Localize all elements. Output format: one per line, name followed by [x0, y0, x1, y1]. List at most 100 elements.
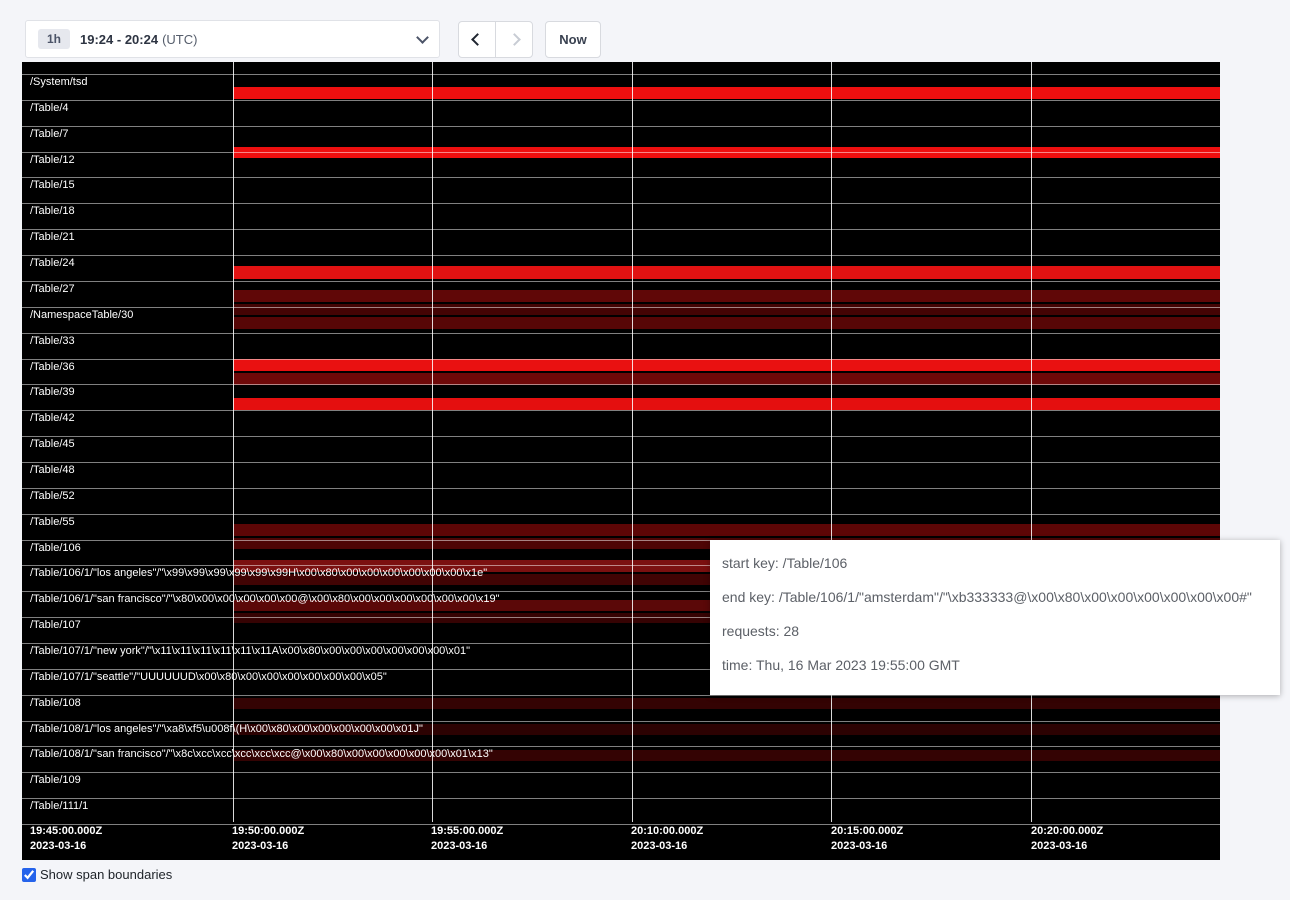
- span-boundary-line: [22, 462, 1220, 463]
- heat-band[interactable]: [233, 304, 1220, 315]
- axis-date: 2023-03-16: [431, 839, 503, 854]
- heat-band[interactable]: [233, 398, 1220, 410]
- span-key-label: /Table/15: [30, 180, 75, 191]
- time-axis-label: 19:50:00.000Z2023-03-16: [232, 824, 304, 854]
- axis-time: 20:10:00.000Z: [631, 824, 703, 839]
- span-key-label: /System/tsd: [30, 77, 87, 88]
- span-boundary-line: [22, 229, 1220, 230]
- time-axis-label: 20:15:00.000Z2023-03-16: [831, 824, 903, 854]
- span-key-label: /Table/27: [30, 284, 75, 295]
- axis-date: 2023-03-16: [631, 839, 703, 854]
- heat-band[interactable]: [233, 698, 1220, 709]
- time-gridline: [831, 62, 832, 822]
- axis-time: 20:15:00.000Z: [831, 824, 903, 839]
- span-boundary-line: [22, 384, 1220, 385]
- time-axis-label: 19:45:00.000Z2023-03-16: [30, 824, 102, 854]
- axis-date: 2023-03-16: [232, 839, 304, 854]
- span-key-label: /Table/4: [30, 103, 69, 114]
- tooltip-line: requests: 28: [722, 614, 1268, 648]
- heat-band[interactable]: [233, 524, 1220, 536]
- chevron-left-icon: [471, 33, 484, 46]
- time-gridline: [432, 62, 433, 822]
- span-key-label: /Table/111/1: [30, 801, 88, 812]
- heat-band[interactable]: [233, 266, 1220, 279]
- time-axis-label: 20:10:00.000Z2023-03-16: [631, 824, 703, 854]
- span-boundary-line: [22, 281, 1220, 282]
- span-key-label: /Table/108/1/"san francisco"/"\x8c\xcc\x…: [30, 749, 493, 760]
- axis-time: 20:20:00.000Z: [1031, 824, 1103, 839]
- time-gridline: [632, 62, 633, 822]
- heat-band[interactable]: [233, 87, 1220, 99]
- axis-time: 19:55:00.000Z: [431, 824, 503, 839]
- span-tooltip: start key: /Table/106end key: /Table/106…: [710, 540, 1280, 695]
- heat-band[interactable]: [233, 373, 1220, 385]
- time-range-value: 19:24 - 20:24: [80, 32, 158, 47]
- time-range-text: 19:24 - 20:24 (UTC): [80, 32, 197, 47]
- previous-range-button[interactable]: [458, 21, 496, 58]
- span-key-label: /Table/12: [30, 155, 75, 166]
- span-key-label: /Table/106/1/"los angeles"/"\x99\x99\x99…: [30, 568, 487, 579]
- key-visualizer-canvas[interactable]: /System/tsd/Table/4/Table/7/Table/12/Tab…: [22, 62, 1220, 860]
- time-gridline: [1031, 62, 1032, 822]
- time-range-zone: (UTC): [162, 32, 197, 47]
- axis-date: 2023-03-16: [30, 839, 102, 854]
- span-boundary-line: [22, 721, 1220, 722]
- chevron-down-icon: [416, 31, 429, 44]
- chevron-right-icon: [508, 33, 521, 46]
- span-boundary-line: [22, 203, 1220, 204]
- axis-date: 2023-03-16: [831, 839, 903, 854]
- span-key-label: /Table/24: [30, 258, 75, 269]
- span-key-label: /Table/33: [30, 336, 75, 347]
- span-boundary-line: [22, 74, 1220, 75]
- span-key-label: /Table/7: [30, 129, 69, 140]
- span-key-label: /Table/106: [30, 543, 81, 554]
- span-key-label: /Table/107: [30, 620, 81, 631]
- span-boundary-line: [22, 798, 1220, 799]
- time-range-selector[interactable]: 1h 19:24 - 20:24 (UTC): [25, 20, 440, 58]
- axis-time: 19:45:00.000Z: [30, 824, 102, 839]
- span-boundary-line: [22, 772, 1220, 773]
- span-key-label: /Table/42: [30, 413, 75, 424]
- time-range-nav: [458, 21, 533, 58]
- span-key-label: /Table/107/1/"new york"/"\x11\x11\x11\x1…: [30, 646, 470, 657]
- span-key-label: /NamespaceTable/30: [30, 310, 133, 321]
- heat-band[interactable]: [233, 317, 1220, 329]
- next-range-button[interactable]: [495, 21, 533, 58]
- span-key-label: /Table/45: [30, 439, 75, 450]
- span-key-label: /Table/109: [30, 775, 81, 786]
- span-boundary-line: [22, 410, 1220, 411]
- span-boundary-line: [22, 333, 1220, 334]
- span-key-label: /Table/52: [30, 491, 75, 502]
- span-key-label: /Table/108/1/"los angeles"/"\xa8\xf5\u00…: [30, 724, 423, 735]
- span-key-label: /Table/36: [30, 362, 75, 373]
- time-axis-label: 20:20:00.000Z2023-03-16: [1031, 824, 1103, 854]
- span-key-label: /Table/18: [30, 206, 75, 217]
- span-boundary-line: [22, 255, 1220, 256]
- show-span-boundaries-control[interactable]: Show span boundaries: [22, 867, 172, 882]
- show-span-boundaries-label: Show span boundaries: [40, 867, 172, 882]
- span-boundary-line: [22, 126, 1220, 127]
- tooltip-line: end key: /Table/106/1/"amsterdam"/"\xb33…: [722, 580, 1268, 614]
- key-visualizer-page: 1h 19:24 - 20:24 (UTC) Now /System/tsd/Ta…: [0, 0, 1290, 900]
- time-range-badge: 1h: [38, 29, 70, 49]
- span-boundary-line: [22, 488, 1220, 489]
- span-key-label: /Table/108: [30, 698, 81, 709]
- span-boundary-line: [22, 436, 1220, 437]
- now-button[interactable]: Now: [545, 21, 601, 58]
- span-key-label: /Table/55: [30, 517, 75, 528]
- span-boundary-line: [22, 100, 1220, 101]
- span-key-label: /Table/21: [30, 232, 75, 243]
- time-axis-label: 19:55:00.000Z2023-03-16: [431, 824, 503, 854]
- span-boundary-line: [22, 177, 1220, 178]
- tooltip-line: start key: /Table/106: [722, 546, 1268, 580]
- span-boundary-line: [22, 307, 1220, 308]
- tooltip-line: time: Thu, 16 Mar 2023 19:55:00 GMT: [722, 648, 1268, 682]
- heat-band[interactable]: [233, 359, 1220, 371]
- span-key-label: /Table/48: [30, 465, 75, 476]
- time-gridline: [233, 62, 234, 822]
- span-boundary-line: [22, 746, 1220, 747]
- axis-time: 19:50:00.000Z: [232, 824, 304, 839]
- heat-band[interactable]: [233, 290, 1220, 302]
- show-span-boundaries-checkbox[interactable]: [22, 868, 36, 882]
- span-boundary-line: [22, 514, 1220, 515]
